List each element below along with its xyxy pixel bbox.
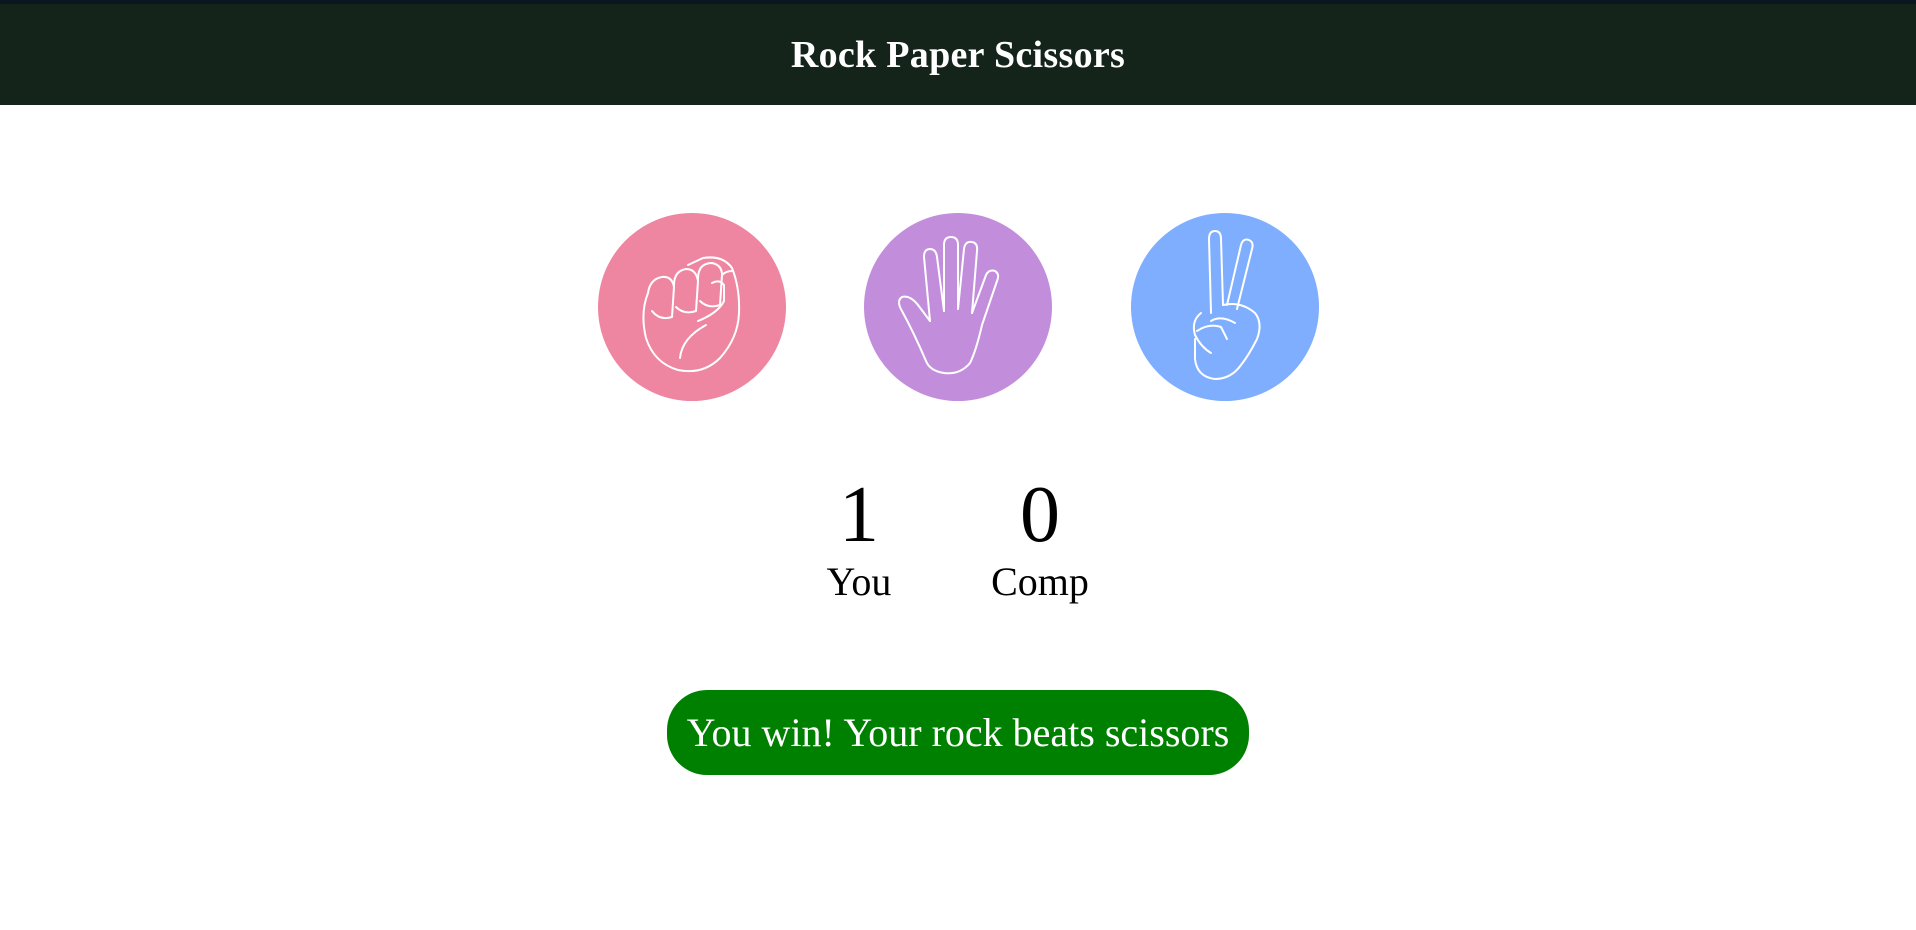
result-message: You win! Your rock beats scissors	[667, 690, 1249, 775]
app-header: Rock Paper Scissors	[0, 4, 1916, 105]
rock-button[interactable]	[598, 213, 786, 401]
computer-score-value: 0	[1020, 471, 1060, 559]
paper-button[interactable]	[864, 213, 1052, 401]
paper-hand-icon	[898, 236, 1000, 375]
player-score: 1 You	[800, 470, 918, 604]
choices-row	[0, 213, 1916, 401]
app-title: Rock Paper Scissors	[790, 33, 1126, 76]
player-score-value: 1	[839, 471, 879, 559]
computer-score-label: Comp	[991, 559, 1089, 604]
scissors-hand-icon	[1192, 230, 1261, 380]
scissors-button[interactable]	[1131, 213, 1319, 401]
player-score-label: You	[826, 559, 892, 604]
rock-fist-icon	[642, 256, 741, 373]
computer-score: 0 Comp	[975, 470, 1105, 604]
